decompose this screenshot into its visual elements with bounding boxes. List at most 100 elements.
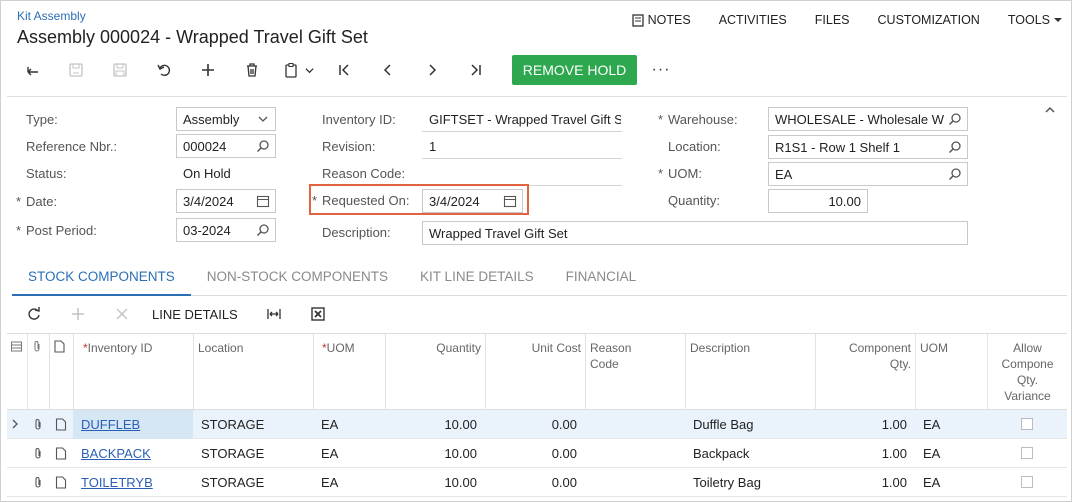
activities-button[interactable]: ACTIVITIES xyxy=(719,13,787,27)
last-record-button[interactable] xyxy=(454,55,498,85)
files-button[interactable]: FILES xyxy=(815,13,850,27)
add-row-button[interactable] xyxy=(56,299,100,329)
cell-description[interactable]: Backpack xyxy=(689,439,815,468)
column-uom[interactable]: *UOM xyxy=(313,334,385,410)
cell-uom[interactable]: EA xyxy=(317,439,385,468)
first-record-button[interactable] xyxy=(322,55,366,85)
note-icon[interactable] xyxy=(55,447,67,460)
warehouse-field[interactable]: WHOLESALE - Wholesale W xyxy=(768,107,968,131)
column-allow-variance[interactable]: Allow Compone Qty. Variance xyxy=(987,334,1067,410)
remove-hold-button[interactable]: REMOVE HOLD xyxy=(512,55,637,85)
cell-inventory-id[interactable]: DUFFLEB xyxy=(73,410,193,439)
cell-quantity[interactable]: 10.00 xyxy=(385,410,481,439)
grid-body: DUFFLEB STORAGE EA 10.00 0.00 Duffle Bag 1.00 E… xyxy=(7,410,1067,497)
cell-component-qty[interactable]: 1.00 xyxy=(815,410,911,439)
cell-unit-cost[interactable]: 0.00 xyxy=(485,410,581,439)
table-row[interactable]: DUFFLEB STORAGE EA 10.00 0.00 Duffle Bag 1.00 E… xyxy=(7,410,1067,439)
type-select[interactable]: Assembly xyxy=(176,107,276,131)
caret-down-icon xyxy=(1054,18,1062,22)
allow-variance-checkbox[interactable] xyxy=(1021,447,1033,459)
cell-quantity[interactable]: 10.00 xyxy=(385,439,481,468)
export-excel-button[interactable] xyxy=(296,299,340,329)
add-button[interactable] xyxy=(186,55,230,85)
previous-record-button[interactable] xyxy=(366,55,410,85)
back-button[interactable] xyxy=(10,55,54,85)
paperclip-icon[interactable] xyxy=(32,418,44,431)
note-icon[interactable] xyxy=(55,476,67,489)
cell-location[interactable]: STORAGE xyxy=(197,439,313,468)
refresh-button[interactable] xyxy=(12,299,56,329)
trash-icon xyxy=(247,63,257,77)
copy-paste-button[interactable] xyxy=(274,55,322,85)
save-close-button[interactable] xyxy=(54,55,98,85)
tab-kit-line-details[interactable]: KIT LINE DETAILS xyxy=(404,262,550,296)
line-details-button[interactable]: LINE DETAILS xyxy=(144,307,252,322)
table-row[interactable]: TOILETRYB STORAGE EA 10.00 0.00 Toiletry Bag 1… xyxy=(7,468,1067,497)
delete-row-button[interactable] xyxy=(100,299,144,329)
reference-nbr-label: Reference Nbr.: xyxy=(26,139,118,154)
column-unit-cost[interactable]: Unit Cost xyxy=(485,334,585,410)
quantity-field[interactable]: 10.00 xyxy=(768,189,868,213)
tab-stock-components[interactable]: STOCK COMPONENTS xyxy=(12,262,191,296)
column-description[interactable]: Description xyxy=(685,334,815,410)
cell-reason-code[interactable] xyxy=(589,439,685,468)
cell-reason-code[interactable] xyxy=(589,410,685,439)
paperclip-icon[interactable] xyxy=(32,476,44,489)
cell-uom-2[interactable]: EA xyxy=(919,468,987,497)
location-field[interactable]: R1S1 - Row 1 Shelf 1 xyxy=(768,135,968,159)
cell-unit-cost[interactable]: 0.00 xyxy=(485,468,581,497)
date-field[interactable]: 3/4/2024 xyxy=(176,189,276,213)
uom-field[interactable]: EA xyxy=(768,162,968,186)
cell-inventory-id[interactable]: BACKPACK xyxy=(73,439,193,468)
fit-columns-button[interactable] xyxy=(252,299,296,329)
cell-uom[interactable]: EA xyxy=(317,410,385,439)
cell-uom-2[interactable]: EA xyxy=(919,439,987,468)
warehouse-value: WHOLESALE - Wholesale W xyxy=(775,112,945,127)
cell-description[interactable]: Duffle Bag xyxy=(689,410,815,439)
notes-header xyxy=(49,334,73,410)
column-uom-2[interactable]: UOM xyxy=(915,334,987,410)
table-row[interactable]: BACKPACK STORAGE EA 10.00 0.00 Backpack 1.00 EA xyxy=(7,439,1067,468)
column-location[interactable]: Location xyxy=(193,334,313,410)
cell-component-qty[interactable]: 1.00 xyxy=(815,439,911,468)
notes-button[interactable]: NOTES xyxy=(631,13,691,27)
next-record-button[interactable] xyxy=(410,55,454,85)
customization-button[interactable]: CUSTOMIZATION xyxy=(878,13,980,27)
description-field[interactable]: Wrapped Travel Gift Set xyxy=(422,221,968,245)
post-period-field[interactable]: 03-2024 xyxy=(176,218,276,242)
column-component-qty[interactable]: Component Qty. xyxy=(815,334,915,410)
cell-location[interactable]: STORAGE xyxy=(197,468,313,497)
cell-quantity[interactable]: 10.00 xyxy=(385,468,481,497)
requested-on-value: 3/4/2024 xyxy=(429,194,480,209)
cell-unit-cost[interactable]: 0.00 xyxy=(485,439,581,468)
cell-inventory-id[interactable]: TOILETRYB xyxy=(73,468,193,497)
reference-nbr-field[interactable]: 000024 xyxy=(176,134,276,158)
allow-variance-checkbox[interactable] xyxy=(1021,418,1033,430)
tools-button[interactable]: TOOLS xyxy=(1008,13,1062,27)
cell-location[interactable]: STORAGE xyxy=(197,410,313,439)
requested-on-field[interactable]: 3/4/2024 xyxy=(422,189,523,213)
cell-component-qty[interactable]: 1.00 xyxy=(815,468,911,497)
revision-label: Revision: xyxy=(322,139,376,154)
more-actions-button[interactable]: ··· xyxy=(648,55,674,85)
column-reason-code[interactable]: Reason Code xyxy=(585,334,685,410)
column-inventory-id[interactable]: *Inventory ID xyxy=(73,334,193,410)
collapse-chevron-icon[interactable] xyxy=(1043,103,1057,117)
inventory-id-value[interactable]: GIFTSET - Wrapped Travel Gift S xyxy=(429,112,621,127)
column-quantity[interactable]: Quantity xyxy=(385,334,485,410)
cell-uom-2[interactable]: EA xyxy=(919,410,987,439)
cell-uom[interactable]: EA xyxy=(317,468,385,497)
undo-button[interactable] xyxy=(142,55,186,85)
note-icon[interactable] xyxy=(55,418,67,431)
breadcrumb[interactable]: Kit Assembly xyxy=(17,9,86,23)
cell-reason-code[interactable] xyxy=(589,468,685,497)
tab-non-stock-components[interactable]: NON-STOCK COMPONENTS xyxy=(191,262,404,296)
tab-financial[interactable]: FINANCIAL xyxy=(550,262,653,296)
row-selector-header[interactable] xyxy=(7,334,27,410)
allow-variance-checkbox[interactable] xyxy=(1021,476,1033,488)
delete-button[interactable] xyxy=(230,55,274,85)
paperclip-icon[interactable] xyxy=(32,447,44,460)
cell-description[interactable]: Toiletry Bag xyxy=(689,468,815,497)
revision-value[interactable]: 1 xyxy=(429,139,436,154)
save-button[interactable] xyxy=(98,55,142,85)
